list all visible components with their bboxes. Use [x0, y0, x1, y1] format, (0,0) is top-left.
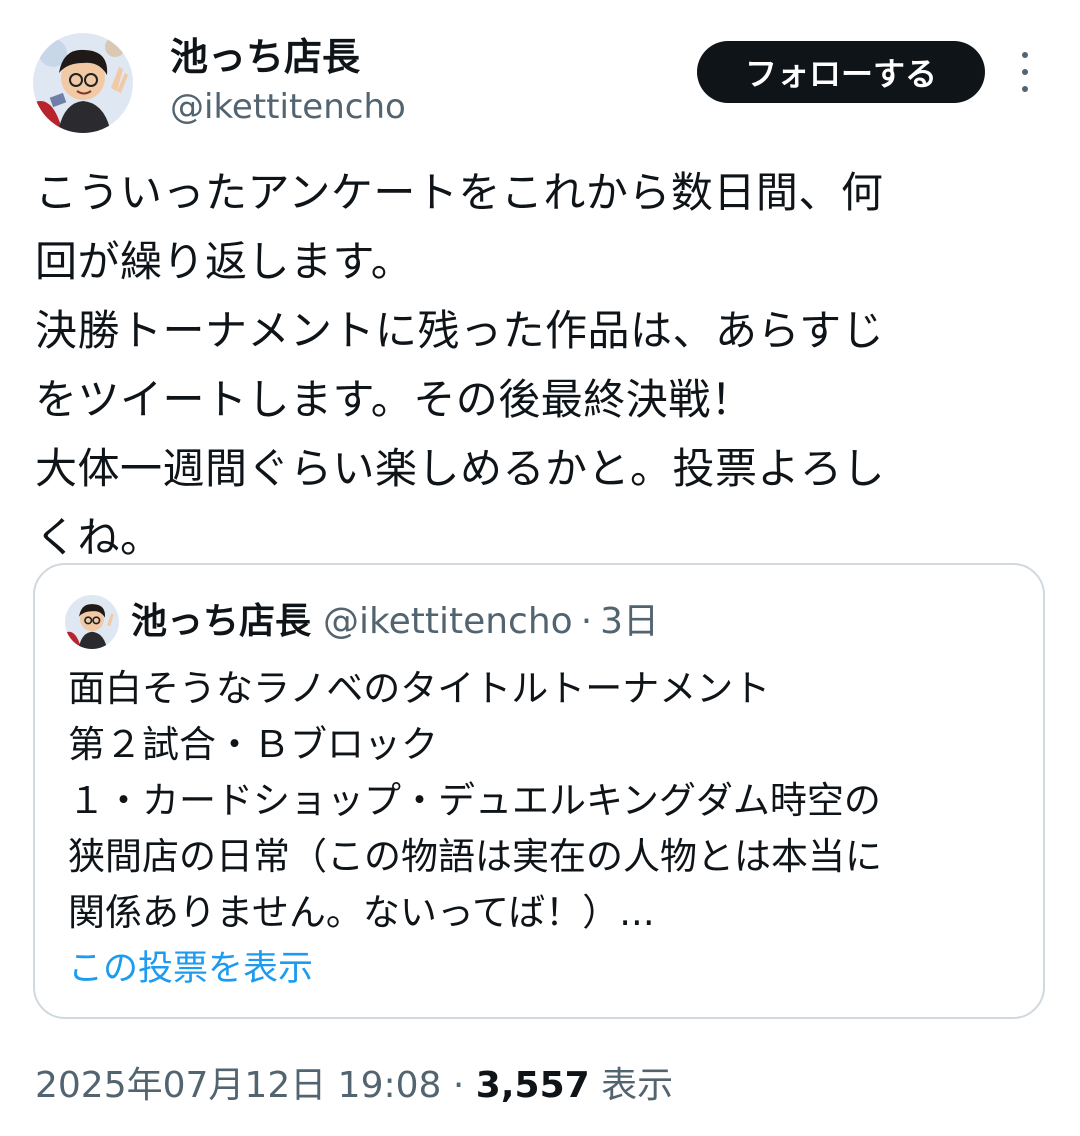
dot: [1022, 52, 1028, 58]
quoted-tweet-text: 面白そうなラノベのタイトルトーナメント 第２試合・Ｂブロック １・カードショップ…: [68, 661, 882, 941]
tweet-text-line: 決勝トーナメントに残った作品は、あらすじ: [35, 306, 885, 355]
views-label: 表示: [601, 1065, 674, 1106]
show-poll-link[interactable]: この投票を表示: [68, 941, 313, 997]
dot: [1022, 86, 1028, 92]
dot: [1022, 69, 1028, 75]
quoted-text-line: 狭間店の日常（この物語は実在の人物とは本当に: [68, 835, 882, 878]
quoted-text-line: 関係ありません。ないってば！）...: [68, 891, 655, 934]
tweet-meta: 2025年07月12日 19:08 · 3,557 表示: [35, 1061, 673, 1111]
tweet-timestamp[interactable]: 2025年07月12日 19:08: [35, 1065, 441, 1106]
tweet-page: 池っち店長 @ikettitencho フォローする こういったアンケートをこれ…: [0, 0, 1080, 1136]
author-display-name[interactable]: 池っち店長: [170, 34, 360, 80]
user-avatar-icon[interactable]: [33, 33, 133, 133]
quoted-user-avatar-icon: [65, 595, 119, 649]
quoted-text-line: 面白そうなラノベのタイトルトーナメント: [68, 667, 771, 710]
quoted-text-line: 第２試合・Ｂブロック: [68, 723, 438, 766]
quoted-author-name: 池っち店長: [131, 601, 312, 642]
tweet-text-line: こういったアンケートをこれから数日間、何: [35, 168, 884, 217]
views-count: 3,557: [475, 1065, 590, 1106]
quoted-text-line: １・カードショップ・デュエルキングダム時空の: [68, 779, 881, 822]
author-handle[interactable]: @ikettitencho: [170, 86, 406, 128]
quoted-tweet-card[interactable]: 池っち店長 @ikettitencho · 3日 面白そうなラノベのタイトルトー…: [33, 563, 1045, 1019]
tweet-text-line: をツイートします。その後最終決戦！: [35, 375, 754, 424]
separator-dot: ·: [580, 601, 593, 642]
quoted-tweet-time: 3日: [600, 601, 660, 642]
tweet-text-line: 回が繰り返します。: [35, 237, 414, 286]
quoted-tweet-header: 池っち店長 @ikettitencho · 3日: [131, 597, 659, 647]
tweet-text-line: くね。: [35, 513, 163, 562]
follow-button[interactable]: フォローする: [697, 41, 985, 103]
separator-dot: ·: [452, 1065, 465, 1106]
quoted-author-handle: @ikettitencho: [323, 601, 573, 642]
more-dots-icon[interactable]: [1010, 52, 1040, 92]
tweet-text-line: 大体一週間ぐらい楽しめるかと。投票よろし: [35, 444, 886, 493]
tweet-text: こういったアンケートをこれから数日間、何 回が繰り返します。 決勝トーナメントに…: [35, 158, 1045, 572]
